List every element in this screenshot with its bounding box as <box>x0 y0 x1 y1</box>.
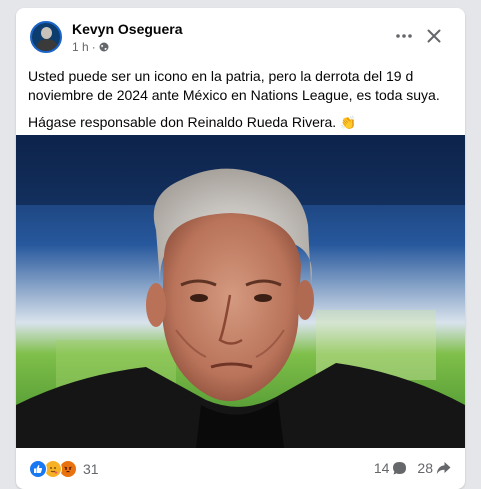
meta-separator: · <box>91 40 96 54</box>
portrait-image <box>16 135 465 448</box>
post-header: Kevyn Oseguera 1 h · <box>16 8 465 66</box>
close-button[interactable] <box>422 24 446 48</box>
reactions-summary[interactable]: 31 <box>29 460 99 478</box>
avatar-body <box>36 39 58 51</box>
post-footer: 31 14 28 <box>16 448 465 489</box>
comments-count: 14 <box>373 460 390 476</box>
author-avatar[interactable] <box>30 21 62 53</box>
post-paragraph-1: Usted puede ser un icono en la patria, p… <box>28 68 440 103</box>
avatar-head <box>41 27 52 39</box>
clapping-hands-emoji: 👏 <box>340 115 357 130</box>
post-card: Kevyn Oseguera 1 h · Usted puede ser un … <box>16 8 465 489</box>
comment-icon <box>393 461 407 474</box>
like-reaction-icon <box>29 460 47 478</box>
close-icon <box>427 29 441 43</box>
post-time[interactable]: 1 h <box>72 40 89 54</box>
engagement-stats: 14 28 <box>374 460 451 476</box>
post-paragraph-2: Hágase responsable don Reinaldo Rueda Ri… <box>28 113 453 132</box>
thumbs-up-icon <box>34 465 43 473</box>
shares-count-button[interactable]: 28 <box>417 460 451 476</box>
reaction-count: 31 <box>83 461 99 477</box>
share-icon <box>436 462 451 474</box>
comments-count-button[interactable]: 14 <box>374 460 408 476</box>
shares-count: 28 <box>417 460 433 476</box>
care-face-icon <box>50 467 58 474</box>
more-options-button[interactable] <box>392 25 416 47</box>
post-photo[interactable] <box>16 135 465 448</box>
globe-icon[interactable] <box>99 42 109 52</box>
post-text: Usted puede ser un icono en la patria, p… <box>28 67 453 140</box>
author-name[interactable]: Kevyn Oseguera <box>72 21 183 37</box>
post-paragraph-2-text: Hágase responsable don Reinaldo Rueda Ri… <box>28 114 337 130</box>
angry-face-icon <box>64 466 72 473</box>
post-meta: 1 h · <box>72 40 109 54</box>
more-options-icon <box>396 34 412 38</box>
